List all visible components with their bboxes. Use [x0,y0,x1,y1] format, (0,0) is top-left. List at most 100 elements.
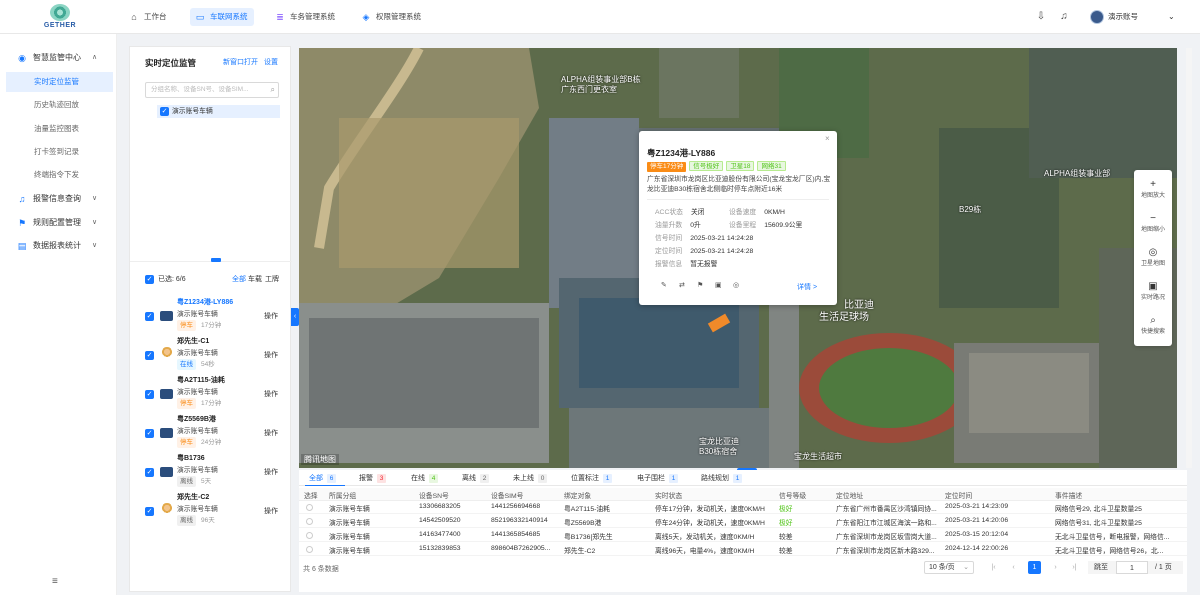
tab-3[interactable]: 离线 2 [462,473,489,483]
search-input[interactable]: 分组名称、设备SN号、设备SIM... ⌕ [145,82,279,98]
menu-toggle-icon[interactable]: ≡ [52,576,58,587]
map-tool-plus[interactable]: + 地图放大 [1134,174,1172,206]
detail-link[interactable]: 详情 > [797,282,817,292]
table-cell: 广东省深圳市龙岗区坂雪岗大道... [836,534,937,541]
map-tool-search[interactable]: ⌕ 快捷搜索 [1134,310,1172,342]
next-page-icon[interactable]: › [1049,561,1062,574]
table-row[interactable]: 演示账号车辆 13306683205 1441256694668 粤A2T115-油耗… [299,501,1187,514]
checkbox[interactable]: ✓ [160,107,169,116]
status-duration: 54秒 [201,361,215,368]
sidebar-group-alarm[interactable]: ♫ 报警信息查询 ∨ [0,189,117,209]
sidebar-item-realtime[interactable]: 实时定位监管 [6,72,113,92]
tab-2[interactable]: 在线 4 [411,473,438,483]
vehicle-item[interactable]: ✓ 郑先生-C2 演示账号车辆 离线 96天 操作 [145,492,280,531]
filter-vehicle[interactable]: 车载 [248,274,262,286]
operate-button[interactable]: 操作 [264,467,278,477]
tab-6[interactable]: 电子围栏 1 [637,473,678,483]
checkbox[interactable]: ✓ [145,312,154,321]
sidebar-item-fuel[interactable]: 油量监控图表 [6,119,113,139]
route-icon[interactable]: ⇄ [679,281,685,289]
info-alarm: 报警信息 暂无报警 [655,261,718,268]
operate-button[interactable]: 操作 [264,311,278,321]
map-tool-traffic[interactable]: ▣ 实时路况 [1134,276,1172,308]
lock-icon[interactable]: ▣ [715,281,722,289]
filter-all[interactable]: 全部 [232,274,246,286]
car-icon [160,389,173,399]
status-tabs: 全部 6 报警 3 在线 4 离线 2 未上线 0 位置标注 1 电子围栏 1 路线规划 1 [299,470,1187,486]
map-tool-satellite[interactable]: ◎ 卫星地图 [1134,242,1172,274]
operate-button[interactable]: 操作 [264,428,278,438]
row-radio[interactable] [306,546,313,553]
tab-4[interactable]: 未上线 0 [513,473,547,483]
selection-bar: ✓ 已选: 6/6 全部 车载 工牌 [145,274,280,286]
table-row[interactable]: 演示账号车辆 14163477400 1441365854685 粤B1736[郑先生… [299,529,1187,542]
table-cell: 较差 [779,548,793,555]
nav-tab-workbench[interactable]: ⌂ 工作台 [124,8,173,26]
status-tag: 信号极好 [689,161,724,171]
sidebar-item-command[interactable]: 终端指令下发 [6,165,113,185]
vehicle-group: 演示账号车辆 [177,389,218,396]
nav-tab-permission[interactable]: ◈ 权限管理系统 [356,8,427,26]
info-acc: ACC状态 关闭 [655,209,705,216]
settings-link[interactable]: 设置 [264,57,278,67]
select-all-checkbox[interactable]: ✓ [145,275,154,284]
app-logo[interactable]: GETHER [40,4,80,32]
table-row[interactable]: 演示账号车辆 15132839853 898604B7262905... 郑先生-C2… [299,543,1187,556]
bell-icon[interactable]: ♫ [1058,11,1070,23]
first-page-icon[interactable]: |‹ [987,561,1000,574]
sidebar-group-reports[interactable]: ▤ 数据报表统计 ∨ [0,236,117,256]
row-radio[interactable] [306,518,313,525]
vehicle-item[interactable]: ✓ 粤Z5569B港 演示账号车辆 停车 24分钟 操作 [145,414,280,453]
last-page-icon[interactable]: ›| [1068,561,1081,574]
vehicle-item[interactable]: ✓ 郑先生-C1 演示账号车辆 在线 54秒 操作 [145,336,280,375]
operate-button[interactable]: 操作 [264,389,278,399]
resize-handle[interactable] [211,258,221,262]
tab-5[interactable]: 位置标注 1 [571,473,612,483]
table-row[interactable]: 演示账号车辆 14542509520 852196332140914 粤Z5569B港… [299,515,1187,528]
page-number[interactable]: 1 [1028,561,1041,574]
sidebar-item-checkin[interactable]: 打卡签到记录 [6,142,113,162]
vehicle-item[interactable]: ✓ 粤A2T115-油耗 演示账号车辆 停车 17分钟 操作 [145,375,280,414]
map-label: B29栋 [959,205,982,214]
checkbox[interactable]: ✓ [145,351,154,360]
status-badge: 离线 [177,476,196,487]
tab-0[interactable]: 全部 6 [309,473,336,483]
sidebar-group-monitor[interactable]: ◉ 智慧监管中心 ∧ [0,48,117,68]
checkbox[interactable]: ✓ [145,468,154,477]
map-tool-minus[interactable]: − 地图缩小 [1134,208,1172,240]
open-new-window-link[interactable]: 新窗口打开 [223,57,258,67]
page-size-select[interactable]: 10 条/页 ⌄ [924,561,974,574]
flag-icon[interactable]: ⚑ [697,281,703,289]
satellite-icon: ◎ [1148,247,1158,258]
table-cell: 无北斗卫星信号，断电报警，网络信... [1055,534,1170,541]
checkbox[interactable]: ✓ [145,507,154,516]
search-icon: ⌕ [1150,315,1156,326]
close-icon[interactable]: × [825,134,830,143]
download-icon[interactable]: ⇩ [1035,11,1047,23]
tab-7[interactable]: 路线规划 1 [701,473,742,483]
row-radio[interactable] [306,532,313,539]
jump-page-input[interactable]: 1 [1116,561,1148,574]
sidebar-item-history[interactable]: 历史轨迹回放 [6,95,113,115]
filter-badge[interactable]: 工牌 [265,274,279,286]
checkbox[interactable]: ✓ [145,429,154,438]
operate-button[interactable]: 操作 [264,350,278,360]
nav-tab-iov[interactable]: ▭ 车联网系统 [190,8,254,26]
location-icon[interactable]: ◎ [733,281,739,289]
table-cell: 粤A2T115-油耗 [564,506,610,513]
chevron-down-icon: ∨ [92,219,98,226]
vehicle-item[interactable]: ✓ 粤B1736 演示账号车辆 离线 5天 操作 [145,453,280,492]
checkbox[interactable]: ✓ [145,390,154,399]
tab-1[interactable]: 报警 3 [359,473,386,483]
table-cell: 1441365854685 [491,531,541,538]
operate-button[interactable]: 操作 [264,506,278,516]
nav-tab-fleet[interactable]: ≣ 车务管理系统 [270,8,341,26]
tree-node-vehicles[interactable]: ✓ 演示账号车辆 [157,105,280,118]
collapse-panel-button[interactable]: ‹ [291,308,299,326]
row-radio[interactable] [306,504,313,511]
prev-page-icon[interactable]: ‹ [1007,561,1020,574]
edit-icon[interactable]: ✎ [661,281,667,289]
scrollbar[interactable] [1186,48,1192,468]
vehicle-item[interactable]: ✓ 粤Z1234港-LY886 演示账号车辆 停车 17分钟 操作 [145,297,280,336]
sidebar-group-rules[interactable]: ⚑ 规则配置管理 ∨ [0,213,117,233]
